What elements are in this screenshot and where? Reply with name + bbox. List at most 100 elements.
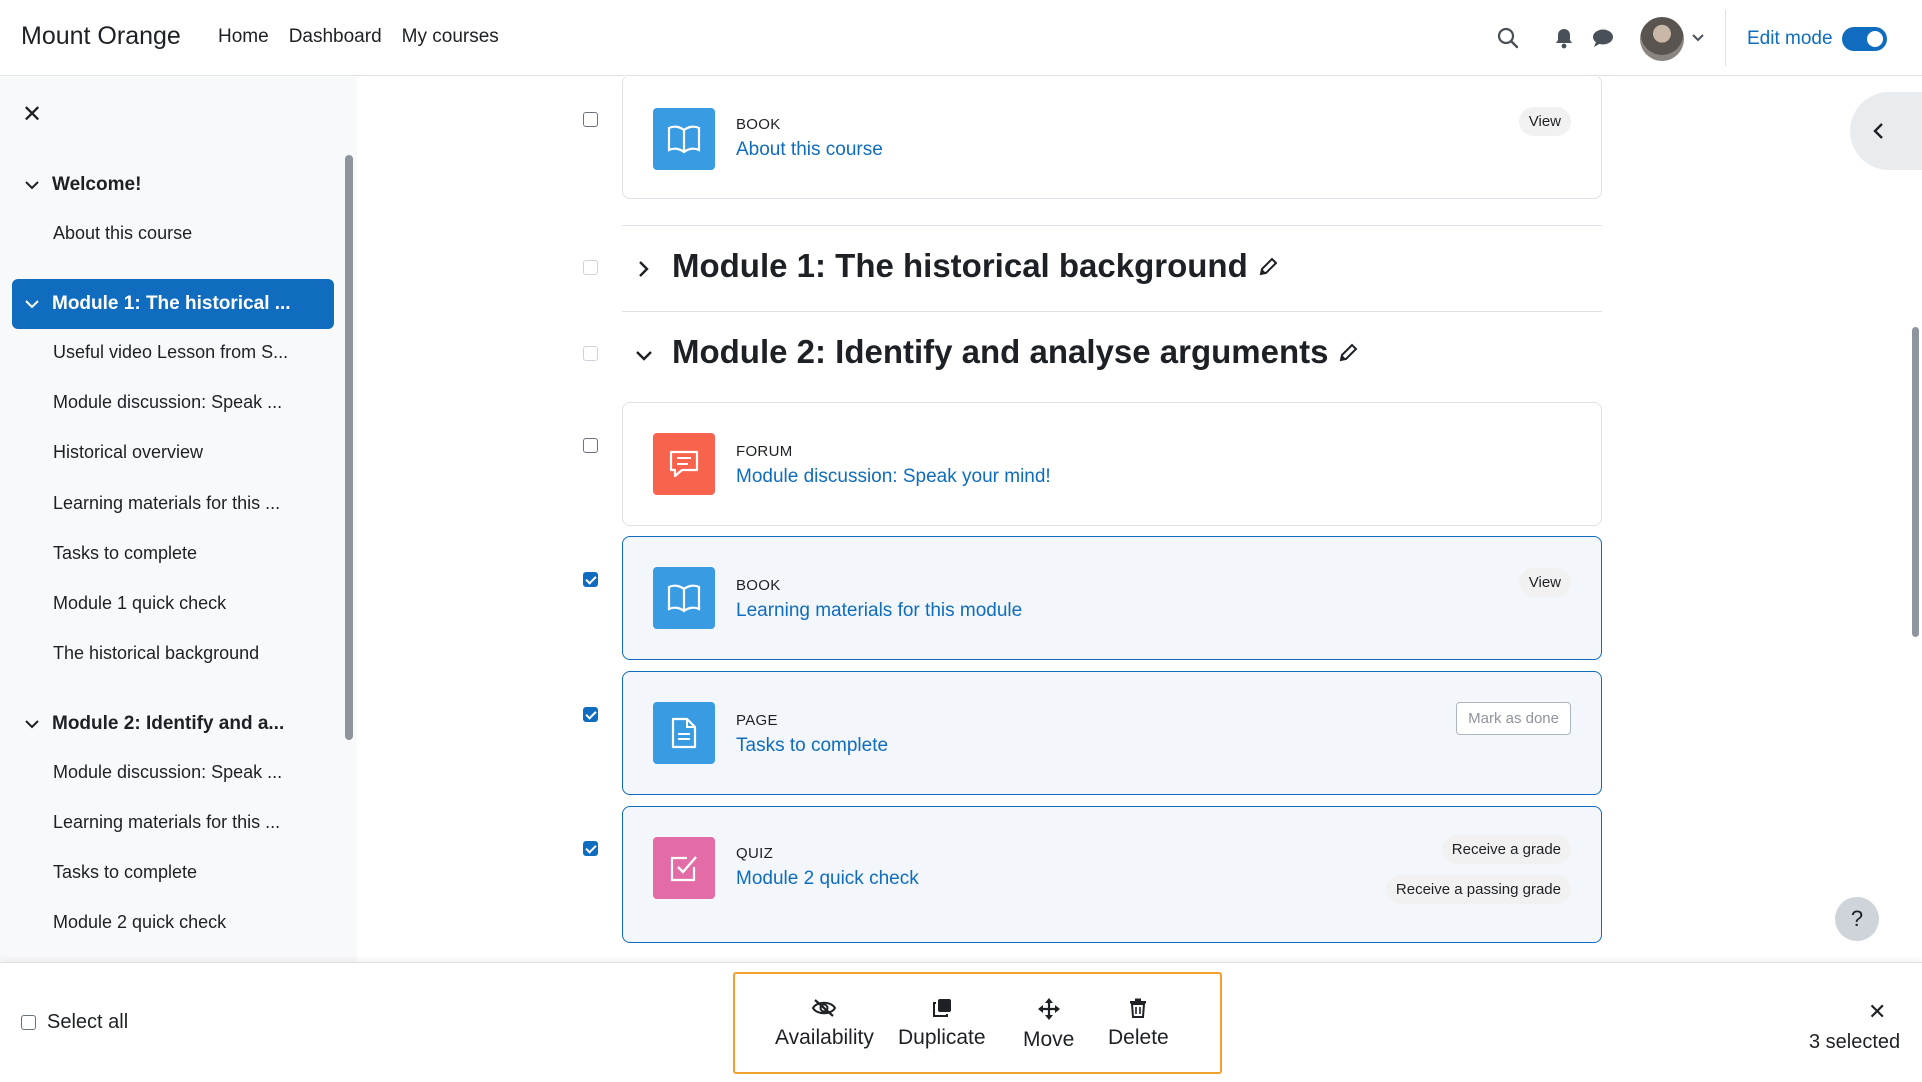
edit-pencil-icon[interactable] <box>1258 247 1278 285</box>
index-item[interactable]: Learning materials for this ... <box>53 812 280 833</box>
activity-card-page: PAGE Tasks to complete Mark as done <box>622 671 1602 795</box>
index-section-module-1[interactable]: Module 1: The historical ... <box>12 279 334 329</box>
activity-type: QUIZ <box>736 845 774 862</box>
activity-link[interactable]: Module discussion: Speak your mind! <box>736 466 1051 488</box>
chevron-down-icon[interactable] <box>12 719 52 729</box>
section-title-text: Module 1: The historical background <box>672 247 1248 284</box>
eye-slash-icon <box>811 998 837 1018</box>
site-brand[interactable]: Mount Orange <box>21 22 181 51</box>
activity-link[interactable]: Module 2 quick check <box>736 868 919 890</box>
page-icon <box>653 702 715 764</box>
forum-icon <box>653 433 715 495</box>
activity-checkbox-checked[interactable] <box>583 841 598 856</box>
quiz-icon <box>653 837 715 899</box>
index-item[interactable]: Learning materials for this ... <box>53 493 280 514</box>
section-title-text: Module 2: Identify and analyse arguments <box>672 333 1329 370</box>
activity-link[interactable]: Tasks to complete <box>736 735 888 757</box>
arrows-move-icon <box>1037 998 1060 1020</box>
selected-count: 3 selected <box>1809 1031 1901 1053</box>
nav-my-courses-link[interactable]: My courses <box>402 26 499 48</box>
select-all-checkbox[interactable] <box>21 1015 36 1030</box>
activity-link[interactable]: Learning materials for this module <box>736 600 1022 622</box>
user-avatar[interactable] <box>1640 17 1684 61</box>
trash-icon <box>1129 998 1147 1018</box>
index-item[interactable]: Tasks to complete <box>53 543 197 564</box>
activity-card-book: BOOK About this course View <box>622 77 1602 199</box>
course-content: BOOK About this course View Module 1: Th… <box>357 77 1922 962</box>
drawer-scrollbar[interactable] <box>345 155 353 740</box>
index-item[interactable]: The historical background <box>53 643 259 664</box>
book-icon <box>653 108 715 170</box>
duplicate-label: Duplicate <box>898 1026 986 1049</box>
section-checkbox[interactable] <box>583 260 598 275</box>
delete-button[interactable]: Delete <box>1108 998 1169 1050</box>
messages-chat-icon[interactable] <box>1589 24 1617 52</box>
chevron-down-icon[interactable] <box>12 299 52 309</box>
activity-card-forum: FORUM Module discussion: Speak your mind… <box>622 402 1602 526</box>
index-item[interactable]: Module discussion: Speak ... <box>53 392 282 413</box>
section-title-module-1[interactable]: Module 1: The historical background <box>672 247 1278 285</box>
activity-type: BOOK <box>736 116 781 133</box>
completion-badge: Receive a grade <box>1441 835 1571 864</box>
section-title-module-2[interactable]: Module 2: Identify and analyse arguments <box>672 333 1358 371</box>
close-drawer-icon[interactable]: ✕ <box>22 100 42 129</box>
completion-badge: View <box>1518 568 1571 597</box>
activity-card-book: BOOK Learning materials for this module … <box>622 536 1602 660</box>
nav-dashboard-link[interactable]: Dashboard <box>289 26 382 48</box>
select-all-control[interactable]: Select all <box>21 1011 128 1034</box>
index-section-module-2[interactable]: Module 2: Identify and a... <box>12 699 334 749</box>
activity-checkbox[interactable] <box>583 112 598 127</box>
select-all-label: Select all <box>47 1011 129 1033</box>
edit-pencil-icon[interactable] <box>1338 333 1358 371</box>
index-section-welcome[interactable]: Welcome! <box>12 160 334 210</box>
chevron-right-icon[interactable] <box>632 257 656 281</box>
nav-home-link[interactable]: Home <box>218 26 269 48</box>
index-item[interactable]: About this course <box>53 223 192 244</box>
activity-checkbox[interactable] <box>583 438 598 453</box>
activity-checkbox-checked[interactable] <box>583 707 598 722</box>
mark-as-done-button[interactable]: Mark as done <box>1456 702 1571 735</box>
move-button[interactable]: Move <box>1023 998 1074 1052</box>
activity-card-quiz: QUIZ Module 2 quick check Receive a grad… <box>622 806 1602 943</box>
close-bulk-edit-icon[interactable]: ✕ <box>1868 999 1886 1025</box>
edit-mode-toggle[interactable] <box>1842 27 1887 51</box>
index-section-label: Module 1: The historical ... <box>52 293 291 314</box>
page-scrollbar[interactable] <box>1912 327 1919 637</box>
availability-button[interactable]: Availability <box>775 998 874 1050</box>
activity-type: PAGE <box>736 712 778 729</box>
delete-label: Delete <box>1108 1026 1169 1049</box>
user-menu-chevron-down-icon[interactable] <box>1684 24 1712 52</box>
top-navbar: Mount Orange Home Dashboard My courses E… <box>0 0 1922 76</box>
index-item[interactable]: Module discussion: Speak ... <box>53 762 282 783</box>
completion-badge: Receive a passing grade <box>1385 875 1571 904</box>
bulk-actions-highlight: Availability Duplicate Move Delete <box>733 972 1222 1074</box>
activity-checkbox-checked[interactable] <box>583 572 598 587</box>
primary-navigation: Home Dashboard My courses <box>218 26 499 48</box>
duplicate-button[interactable]: Duplicate <box>898 998 986 1050</box>
index-item[interactable]: Module 2 quick check <box>53 912 226 933</box>
bulk-edit-toolbar: Select all Availability Duplicate Move D… <box>0 962 1922 1082</box>
notifications-bell-icon[interactable] <box>1550 24 1578 52</box>
activity-type: FORUM <box>736 443 793 460</box>
completion-badge: View <box>1518 107 1571 136</box>
index-item[interactable]: Module 1 quick check <box>53 593 226 614</box>
open-block-drawer-button[interactable] <box>1850 92 1922 170</box>
move-label: Move <box>1023 1028 1075 1051</box>
index-item[interactable]: Useful video Lesson from S... <box>53 342 288 363</box>
help-button[interactable]: ? <box>1835 897 1879 941</box>
activity-link[interactable]: About this course <box>736 139 883 161</box>
index-section-label: Welcome! <box>52 174 142 195</box>
section-divider <box>622 225 1602 226</box>
activity-type: BOOK <box>736 577 781 594</box>
course-index-drawer: ✕ Welcome! About this course Module 1: T… <box>0 77 357 962</box>
copy-icon <box>932 998 952 1018</box>
chevron-down-icon[interactable] <box>632 344 656 368</box>
index-item[interactable]: Tasks to complete <box>53 862 197 883</box>
edit-mode-label[interactable]: Edit mode <box>1747 28 1833 50</box>
index-section-label: Module 2: Identify and a... <box>52 713 285 734</box>
index-item[interactable]: Historical overview <box>53 442 203 463</box>
section-checkbox[interactable] <box>583 346 598 361</box>
chevron-down-icon[interactable] <box>12 180 52 190</box>
search-icon[interactable] <box>1494 24 1522 52</box>
book-icon <box>653 567 715 629</box>
